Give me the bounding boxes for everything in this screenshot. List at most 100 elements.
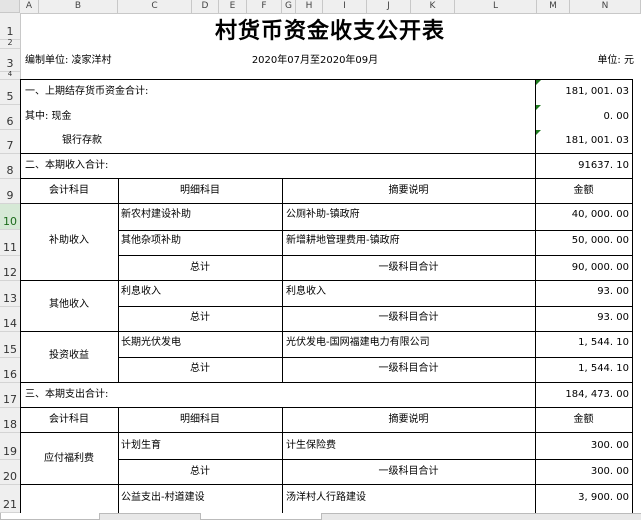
invest-group-label[interactable]: 投资收益 [20, 350, 118, 362]
worksheet-grid[interactable]: 村货币资金收支公开表 编制单位: 凌家洋村 2020年07月至2020年09月 … [20, 13, 641, 519]
column-header-c[interactable]: C [118, 0, 192, 13]
column-header-l[interactable]: L [455, 0, 537, 13]
cash-label[interactable]: 其中: 现金 [25, 111, 72, 123]
subsidy-row1-detail[interactable]: 新农村建设补助 [121, 209, 191, 221]
row-header[interactable]: 5 [0, 80, 20, 105]
invest-total-label[interactable]: 总计 [118, 363, 282, 375]
column-header-f[interactable]: F [247, 0, 282, 13]
prev-total-label[interactable]: 一、上期结存货币资金合计: [25, 86, 148, 98]
other-total-label[interactable]: 总计 [118, 312, 282, 324]
welfare-total-desc[interactable]: 一级科目合计 [282, 466, 535, 478]
welfare-row1-desc[interactable]: 计生保险费 [286, 440, 336, 452]
row-header[interactable]: 12 [0, 256, 20, 281]
row-header[interactable]: 14 [0, 307, 20, 332]
public-row1-desc[interactable]: 汤洋村人行路建设 [286, 492, 366, 504]
bank-value[interactable]: 181, 001. 03 [540, 135, 629, 147]
other-row1-amount[interactable]: 93. 00 [540, 286, 629, 298]
row-header[interactable]: 11 [0, 230, 20, 256]
expense-total-label[interactable]: 三、本期支出合计: [25, 389, 108, 401]
other-total-amount[interactable]: 93. 00 [540, 312, 629, 324]
prev-total-value[interactable]: 181, 001. 03 [540, 86, 629, 98]
other-total-desc[interactable]: 一级科目合计 [282, 312, 535, 324]
welfare-group-label[interactable]: 应付福利费 [20, 453, 118, 465]
invest-row1-desc[interactable]: 光伏发电-国网福建电力有限公司 [286, 337, 430, 349]
subsidy-row2-desc[interactable]: 新增耕地管理费用-镇政府 [286, 235, 400, 247]
invest-row1-amount[interactable]: 1, 544. 10 [540, 337, 629, 349]
subsidy-total-label[interactable]: 总计 [118, 262, 282, 274]
rule [118, 357, 633, 358]
select-all-corner[interactable] [0, 0, 20, 13]
column-header-m[interactable]: M [537, 0, 570, 13]
row-header[interactable]: 4 [0, 70, 20, 80]
header-desc-2[interactable]: 摘要说明 [282, 414, 535, 426]
row-header[interactable]: 16 [0, 358, 20, 383]
row-header[interactable]: 2 [0, 38, 20, 49]
invest-row1-detail[interactable]: 长期光伏发电 [121, 337, 181, 349]
rule [632, 79, 633, 519]
header-account-2[interactable]: 会计科目 [20, 414, 118, 426]
income-total-label[interactable]: 二、本期收入合计: [25, 160, 108, 172]
row-header[interactable]: 8 [0, 154, 20, 179]
column-header-e[interactable]: E [219, 0, 247, 13]
header-detail[interactable]: 明细科目 [118, 185, 282, 197]
welfare-total-label[interactable]: 总计 [118, 466, 282, 478]
row-header[interactable]: 21 [0, 485, 20, 513]
row-header[interactable]: 18 [0, 408, 20, 433]
welfare-row1-amount[interactable]: 300. 00 [540, 440, 629, 452]
row-header[interactable]: 20 [0, 460, 20, 485]
unit-cell[interactable]: 单位: 元 [560, 55, 634, 67]
header-amount-2[interactable]: 金额 [535, 414, 632, 426]
row-header[interactable]: 9 [0, 179, 20, 204]
other-row1-desc[interactable]: 利息收入 [286, 286, 326, 298]
subsidy-group-label[interactable]: 补助收入 [20, 235, 118, 247]
column-header-i[interactable]: I [323, 0, 367, 13]
column-header-j[interactable]: J [367, 0, 411, 13]
comment-marker-icon[interactable] [536, 80, 541, 85]
row-header[interactable]: 15 [0, 332, 20, 358]
subsidy-row2-detail[interactable]: 其他杂项补助 [121, 235, 181, 247]
header-account[interactable]: 会计科目 [20, 185, 118, 197]
header-detail-2[interactable]: 明细科目 [118, 414, 282, 426]
sheet-title[interactable]: 村货币资金收支公开表 [200, 13, 460, 45]
public-row1-amount[interactable]: 3, 900. 00 [540, 492, 629, 504]
welfare-row1-detail[interactable]: 计划生育 [121, 440, 161, 452]
header-desc[interactable]: 摘要说明 [282, 185, 535, 197]
row-header[interactable]: 6 [0, 105, 20, 130]
public-row1-detail[interactable]: 公益支出-村道建设 [121, 492, 205, 504]
row-header[interactable]: 19 [0, 433, 20, 460]
cash-value[interactable]: 0. 00 [540, 111, 629, 123]
column-header-d[interactable]: D [192, 0, 219, 13]
bank-label[interactable]: 银行存款 [62, 135, 102, 147]
rule [535, 79, 536, 519]
comment-marker-icon[interactable] [536, 105, 541, 110]
column-header-b[interactable]: B [39, 0, 118, 13]
header-amount[interactable]: 金额 [535, 185, 632, 197]
row-header[interactable]: 3 [0, 49, 20, 72]
subsidy-row1-desc[interactable]: 公厕补助-镇政府 [286, 209, 360, 221]
row-header[interactable]: 1 [0, 13, 20, 40]
subsidy-row2-amount[interactable]: 50, 000. 00 [540, 235, 629, 247]
period-cell[interactable]: 2020年07月至2020年09月 [220, 55, 410, 67]
row-header[interactable]: 13 [0, 281, 20, 307]
row-header[interactable]: 17 [0, 383, 20, 408]
other-row1-detail[interactable]: 利息收入 [121, 286, 161, 298]
column-header-bar: A B C D E F G H I J K L M N [0, 0, 641, 14]
income-total-value[interactable]: 91637. 10 [540, 160, 629, 172]
welfare-total-amount[interactable]: 300. 00 [540, 466, 629, 478]
other-group-label[interactable]: 其他收入 [20, 299, 118, 311]
subsidy-total-desc[interactable]: 一级科目合计 [282, 262, 535, 274]
subsidy-total-amount[interactable]: 90, 000. 00 [540, 262, 629, 274]
invest-total-amount[interactable]: 1, 544. 10 [540, 363, 629, 375]
subsidy-row1-amount[interactable]: 40, 000. 00 [540, 209, 629, 221]
column-header-n[interactable]: N [570, 0, 641, 13]
column-header-g[interactable]: G [282, 0, 296, 13]
expense-total-value[interactable]: 184, 473. 00 [540, 389, 629, 401]
invest-total-desc[interactable]: 一级科目合计 [282, 363, 535, 375]
column-header-k[interactable]: K [411, 0, 455, 13]
column-header-h[interactable]: H [296, 0, 323, 13]
rule [20, 280, 633, 281]
column-header-a[interactable]: A [20, 0, 39, 13]
unit-org-cell[interactable]: 编制单位: 凌家洋村 [25, 55, 112, 67]
row-header-selected[interactable]: 10 [0, 204, 20, 230]
row-header[interactable]: 7 [0, 130, 20, 154]
